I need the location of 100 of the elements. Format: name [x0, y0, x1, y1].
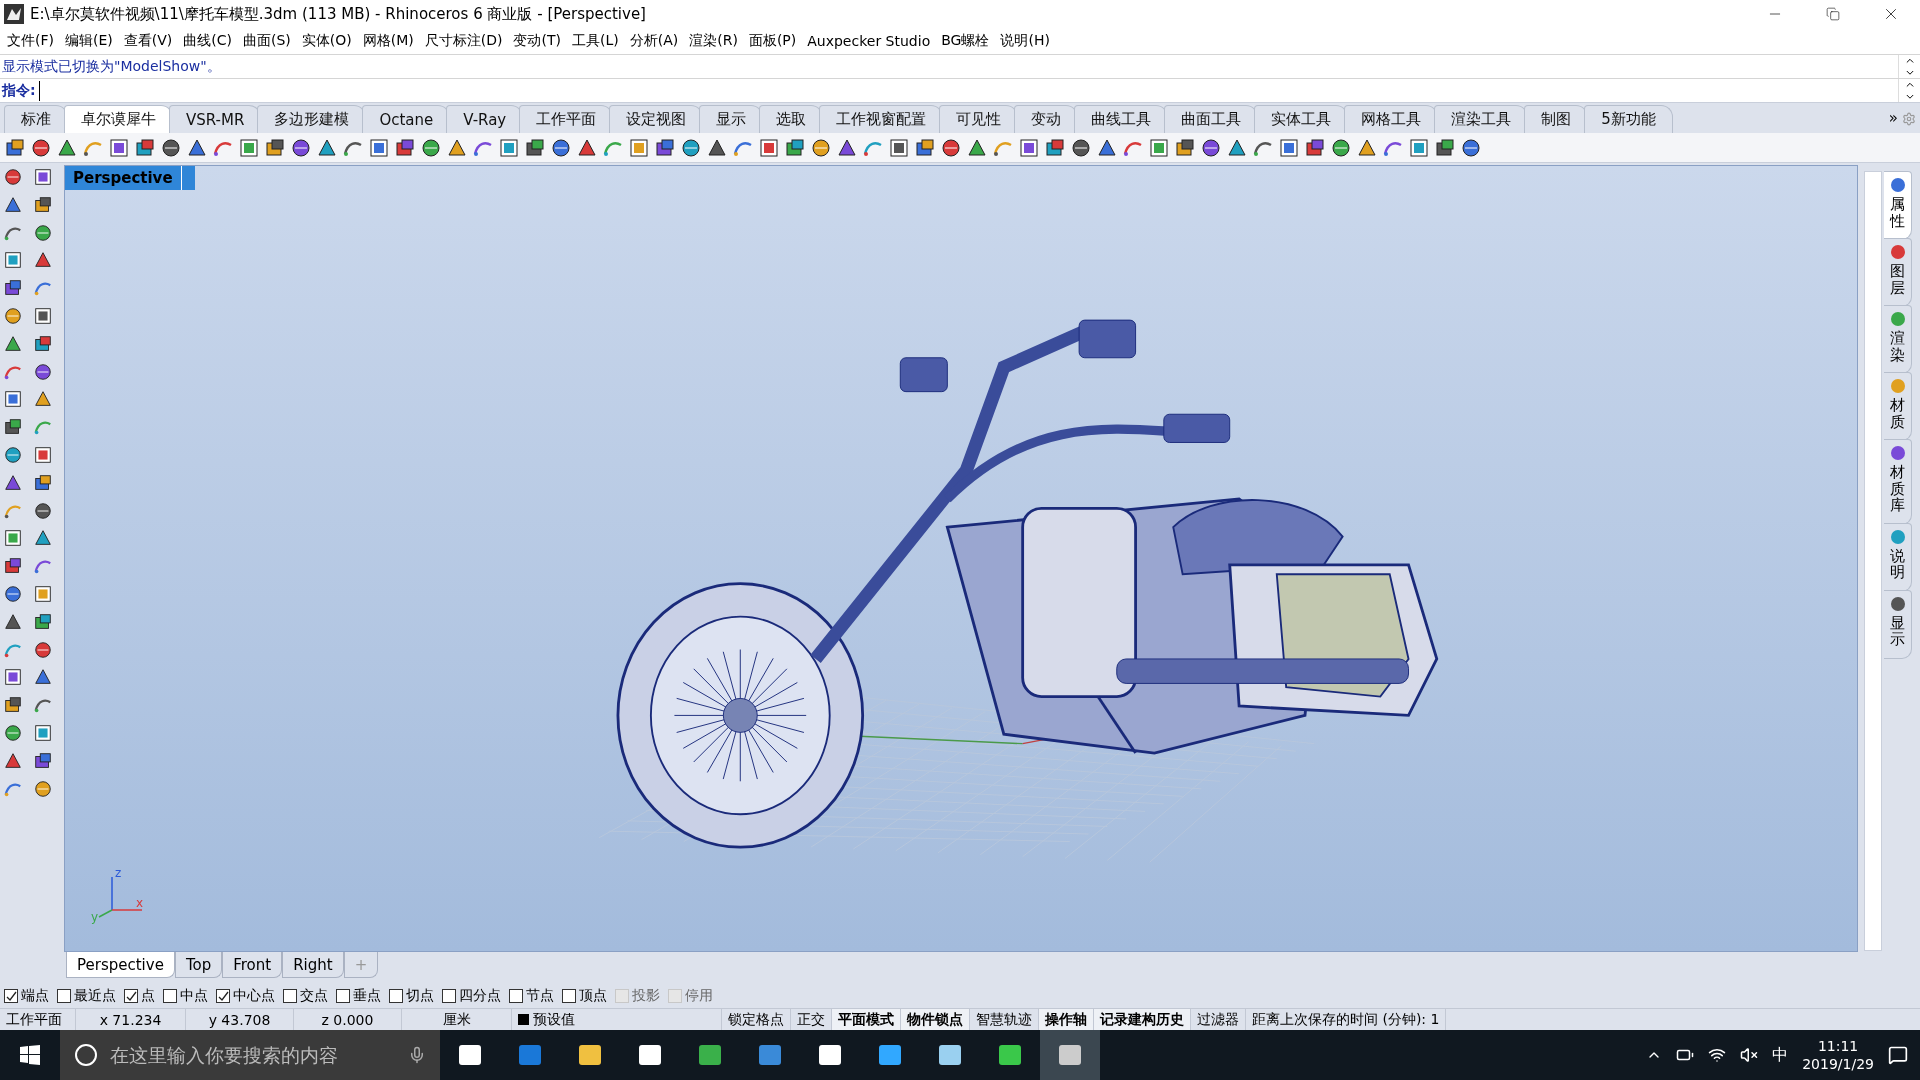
viewport-tab[interactable]: Top — [174, 952, 223, 978]
tool-icon[interactable] — [33, 611, 53, 632]
tool-icon[interactable] — [290, 136, 312, 159]
osnap-checkbox[interactable]: 切点 — [389, 987, 434, 1005]
osnap-checkbox[interactable]: 顶点 — [562, 987, 607, 1005]
tool-icon[interactable] — [888, 136, 910, 159]
menu-item[interactable]: 分析(A) — [628, 32, 687, 50]
tool-icon[interactable] — [33, 722, 53, 743]
viewport-title[interactable]: Perspective — [65, 166, 195, 190]
tool-icon[interactable] — [33, 639, 53, 660]
panel-tab-icon[interactable] — [1888, 444, 1907, 462]
tool-icon[interactable] — [1200, 136, 1222, 159]
tool-icon[interactable] — [3, 250, 23, 271]
menu-item[interactable]: 渲染(R) — [688, 32, 746, 50]
menu-item[interactable]: 曲面(S) — [242, 32, 299, 50]
status-toggle[interactable]: 平面模式 — [832, 1009, 901, 1030]
toolbar-tab[interactable]: 5新功能 — [1584, 105, 1673, 133]
tool-icon[interactable] — [784, 136, 806, 159]
menu-item[interactable]: 编辑(E) — [64, 32, 121, 50]
tool-icon[interactable] — [3, 306, 23, 326]
tool-icon[interactable] — [1044, 136, 1066, 159]
tool-icon[interactable] — [3, 583, 23, 604]
panel-tab[interactable]: 材质库 — [1884, 439, 1912, 525]
menu-item[interactable]: 网格(M) — [361, 32, 422, 50]
tool-icon[interactable] — [940, 136, 962, 159]
status-toggle[interactable]: 记录建构历史 — [1094, 1009, 1191, 1030]
microphone-icon[interactable] — [408, 1046, 426, 1064]
menu-item[interactable]: 工具(L) — [570, 32, 627, 50]
viewport[interactable]: Perspective z x y — [64, 165, 1858, 952]
osnap-checkbox[interactable]: 端点 — [4, 987, 49, 1005]
menu-item[interactable]: 尺寸标注(D) — [423, 32, 511, 50]
taskbar-search[interactable]: 在这里输入你要搜索的内容 — [60, 1030, 440, 1080]
overflow-button[interactable]: » — [1884, 109, 1902, 133]
panel-tab[interactable]: 材质 — [1884, 372, 1912, 441]
tool-icon[interactable] — [33, 194, 53, 215]
osnap-checkbox[interactable]: 点 — [124, 987, 155, 1005]
panel-tab[interactable]: 说明 — [1884, 522, 1912, 592]
panel-tab-icon[interactable] — [1888, 243, 1907, 261]
tool-icon[interactable] — [33, 444, 53, 465]
tool-icon[interactable] — [33, 778, 53, 799]
panel-tab[interactable]: 图层 — [1884, 238, 1912, 307]
viewport-tab[interactable]: Front — [222, 952, 283, 978]
osnap-checkbox[interactable]: 最近点 — [57, 987, 116, 1005]
osnap-checkbox[interactable]: 节点 — [509, 987, 554, 1005]
tool-icon[interactable] — [810, 136, 832, 159]
tool-icon[interactable] — [1174, 136, 1196, 159]
tool-icon[interactable] — [550, 136, 572, 159]
panel-tab-icon[interactable] — [1888, 176, 1907, 194]
tool-icon[interactable] — [3, 528, 23, 549]
tool-icon[interactable] — [33, 750, 53, 771]
tool-icon[interactable] — [160, 136, 182, 159]
tool-icon[interactable] — [3, 194, 23, 215]
tool-icon[interactable] — [33, 306, 53, 326]
menu-item[interactable]: 变动(T) — [512, 32, 569, 50]
panel-tab[interactable]: 属性 — [1884, 171, 1912, 240]
tool-icon[interactable] — [3, 750, 23, 771]
tool-icon[interactable] — [1434, 136, 1456, 159]
restore-icon[interactable] — [1826, 7, 1840, 21]
tool-icon[interactable] — [33, 361, 53, 382]
osnap-checkbox[interactable]: 中点 — [163, 987, 208, 1005]
menu-item[interactable]: 实体(O) — [300, 32, 360, 50]
tool-icon[interactable] — [134, 136, 156, 159]
tool-icon[interactable] — [654, 136, 676, 159]
tool-icon[interactable] — [680, 136, 702, 159]
wifi-icon[interactable] — [1708, 1046, 1727, 1064]
tool-icon[interactable] — [33, 222, 53, 243]
tool-icon[interactable] — [33, 583, 53, 604]
panel-tab-icon[interactable] — [1888, 594, 1907, 613]
windows-logo-icon[interactable] — [20, 1045, 40, 1065]
taskbar-app-icon[interactable] — [1040, 1030, 1100, 1080]
tool-icon[interactable] — [33, 500, 53, 521]
search-input[interactable]: 在这里输入你要搜索的内容 — [108, 1043, 398, 1067]
tool-icon[interactable] — [3, 167, 23, 187]
status-toggle[interactable]: 物件锁点 — [901, 1009, 970, 1030]
tool-icon[interactable] — [33, 167, 53, 187]
osnap-checkbox[interactable]: 四分点 — [442, 987, 501, 1005]
taskbar-clock[interactable]: 11:11 2019/1/29 — [1802, 1036, 1874, 1074]
menu-item[interactable]: 说明(H) — [999, 32, 1058, 50]
tool-icon[interactable] — [3, 611, 23, 632]
tool-icon[interactable] — [3, 389, 23, 410]
tool-icon[interactable] — [524, 136, 546, 159]
tool-icon[interactable] — [3, 444, 23, 465]
menu-item[interactable]: 文件(F) — [6, 32, 62, 50]
menu-item[interactable]: BG螺栓 — [940, 32, 998, 50]
menu-item[interactable]: 曲线(C) — [182, 32, 240, 50]
panel-tab[interactable]: 渲染 — [1884, 305, 1912, 374]
tool-icon[interactable] — [1070, 136, 1092, 159]
tool-icon[interactable] — [3, 472, 23, 493]
viewport-tab[interactable]: Right — [282, 952, 344, 978]
tool-icon[interactable] — [420, 136, 442, 159]
osnap-checkbox[interactable]: 中心点 — [216, 987, 275, 1005]
panel-tab[interactable]: 显示 — [1884, 589, 1912, 659]
osnap-checkbox[interactable]: 垂点 — [336, 987, 381, 1005]
tool-icon[interactable] — [4, 136, 26, 159]
osnap-checkbox[interactable]: 交点 — [283, 987, 328, 1005]
menu-item[interactable]: Auxpecker Studio — [806, 33, 939, 49]
tool-icon[interactable] — [1460, 136, 1482, 159]
menu-item[interactable]: 查看(V) — [122, 32, 181, 50]
notifications-icon[interactable] — [1888, 1045, 1908, 1065]
tool-icon[interactable] — [3, 667, 23, 688]
